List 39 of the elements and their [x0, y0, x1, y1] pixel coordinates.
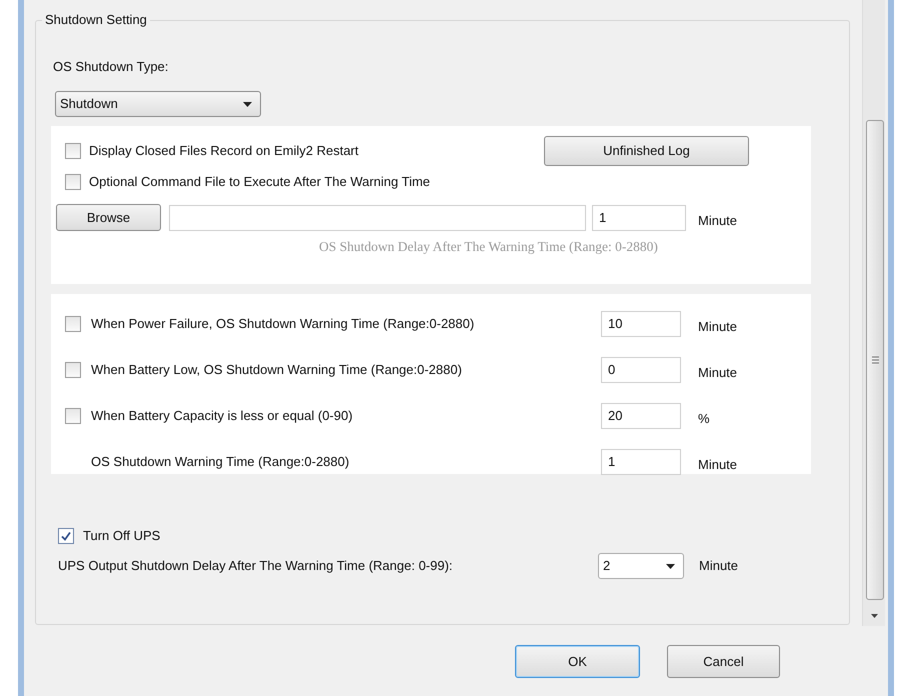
- unit-label: %: [698, 411, 710, 427]
- field-label: OS Shutdown Type:: [53, 59, 170, 75]
- hint-text: OS Shutdown Delay After The Warning Time (Range: 0-2880): [319, 239, 658, 255]
- cancel-button[interactable]: Cancel: [667, 645, 780, 678]
- checkbox[interactable]: [65, 362, 81, 378]
- scroll-down-arrow-icon[interactable]: [871, 614, 878, 618]
- caret-icon: [243, 102, 252, 106]
- field-label: OS Shutdown Warning Time (Range:0-2880): [91, 454, 350, 470]
- file-path-field[interactable]: [169, 204, 586, 230]
- checkbox[interactable]: [65, 408, 81, 424]
- scrollbar-thumb[interactable]: [866, 120, 884, 600]
- unit-label: Minute: [698, 212, 738, 228]
- checkbox-label: When Battery Low, OS Shutdown Warning Time (Range:0-2880): [91, 362, 463, 378]
- delay-dropdown[interactable]: 2: [598, 553, 684, 579]
- checkbox-label: When Battery Capacity is less or equal (0-90): [91, 408, 354, 424]
- shutdown-type-dropdown[interactable]: Shutdown: [55, 91, 261, 117]
- delay-input-field[interactable]: 1: [592, 204, 686, 230]
- number-input-field[interactable]: 1: [601, 449, 681, 475]
- browse-button[interactable]: Browse: [56, 204, 161, 231]
- checkbox-label: Optional Command File to Execute After The Warning Time: [89, 174, 430, 190]
- checkbox[interactable]: [65, 174, 81, 190]
- checkbox[interactable]: [65, 143, 81, 159]
- unit-label: Minute: [699, 558, 738, 574]
- grip-icon: [872, 356, 878, 364]
- unfinished-log-button[interactable]: Unfinished Log: [544, 136, 749, 166]
- unit-label: Minute: [698, 319, 738, 335]
- checkbox-label: Display Closed Files Record on Emily2 Restart: [89, 143, 360, 159]
- checkbox[interactable]: [58, 528, 74, 544]
- number-input-field[interactable]: 10: [601, 311, 681, 337]
- field-label: UPS Output Shutdown Delay After The Warning Time (Range: 0-99):: [58, 558, 454, 574]
- checkbox[interactable]: [65, 316, 81, 332]
- unit-label: Minute: [698, 365, 738, 381]
- ok-button[interactable]: OK: [515, 645, 640, 678]
- checkbox-label: When Power Failure, OS Shutdown Warning Time (Range:0-2880): [91, 316, 476, 332]
- number-input-field[interactable]: 20: [601, 403, 681, 429]
- caret-icon: [666, 564, 675, 568]
- number-input-field[interactable]: 0: [601, 357, 681, 383]
- unit-label: Minute: [698, 457, 738, 473]
- checkbox-label: Turn Off UPS: [83, 528, 160, 544]
